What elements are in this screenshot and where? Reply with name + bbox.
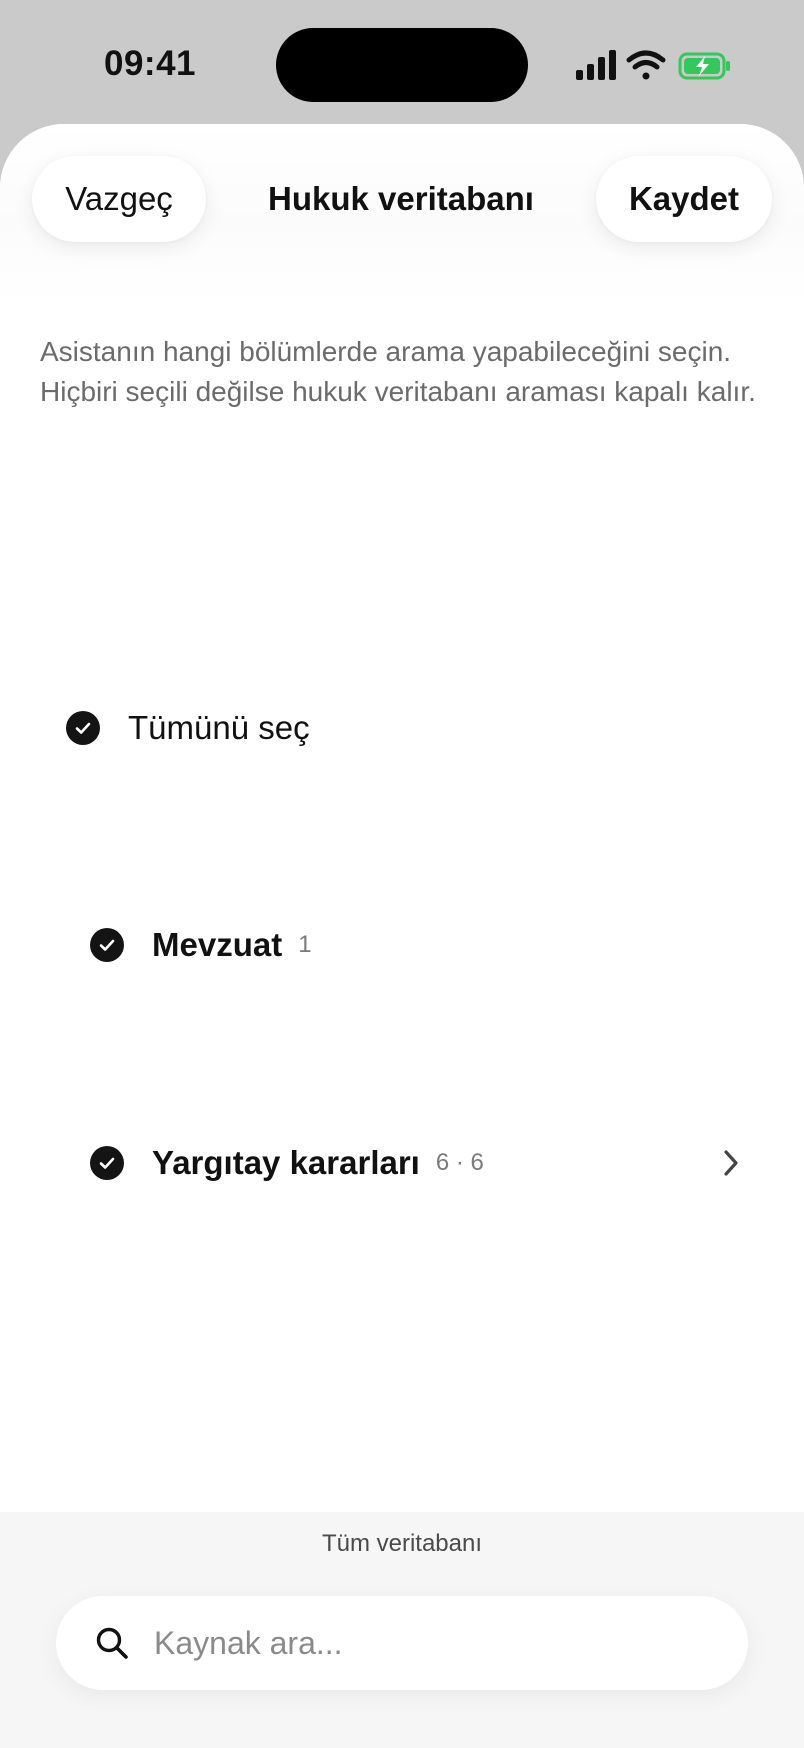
cancel-button[interactable]: Vazgeç <box>32 156 206 242</box>
status-bar: 09:41 <box>0 0 804 124</box>
dynamic-island <box>276 28 528 102</box>
scope-label[interactable]: Tüm veritabanı <box>0 1530 804 1558</box>
battery-charging-icon <box>678 52 730 80</box>
bottom-sheet: Vazgeç Hukuk veritabanı Kaydet Asistanın… <box>0 124 804 1748</box>
save-button[interactable]: Kaydet <box>596 156 772 242</box>
select-all-option[interactable]: Tümünü seç <box>66 698 310 758</box>
search-input[interactable] <box>152 1623 716 1663</box>
status-time: 09:41 <box>104 44 197 83</box>
select-all-label: Tümünü seç <box>128 709 310 746</box>
description-text: Asistanın hangi bölümlerde arama yapabil… <box>40 336 756 407</box>
wifi-icon <box>626 50 666 80</box>
cellular-signal-icon <box>576 50 616 80</box>
sheet-title: Hukuk veritabanı <box>268 180 534 217</box>
option-label: Mevzuat <box>152 926 283 963</box>
status-icons <box>574 48 734 84</box>
option-count: 6 · 6 <box>435 1149 484 1176</box>
option-count: 1 <box>298 931 312 958</box>
search-box[interactable] <box>56 1596 748 1690</box>
checkmark-circle-icon <box>90 1146 124 1180</box>
chevron-right-icon[interactable] <box>716 1146 746 1180</box>
search-icon <box>94 1625 130 1661</box>
checkmark-circle-icon <box>66 711 100 745</box>
option-yargitay-kararlari[interactable]: Yargıtay kararları 6 · 6 <box>90 1133 484 1193</box>
checkmark-circle-icon <box>90 928 124 962</box>
option-mevzuat[interactable]: Mevzuat 1 <box>90 915 312 975</box>
bottom-search-area: Tüm veritabanı <box>0 1512 804 1748</box>
option-label: Yargıtay kararları <box>152 1144 420 1181</box>
